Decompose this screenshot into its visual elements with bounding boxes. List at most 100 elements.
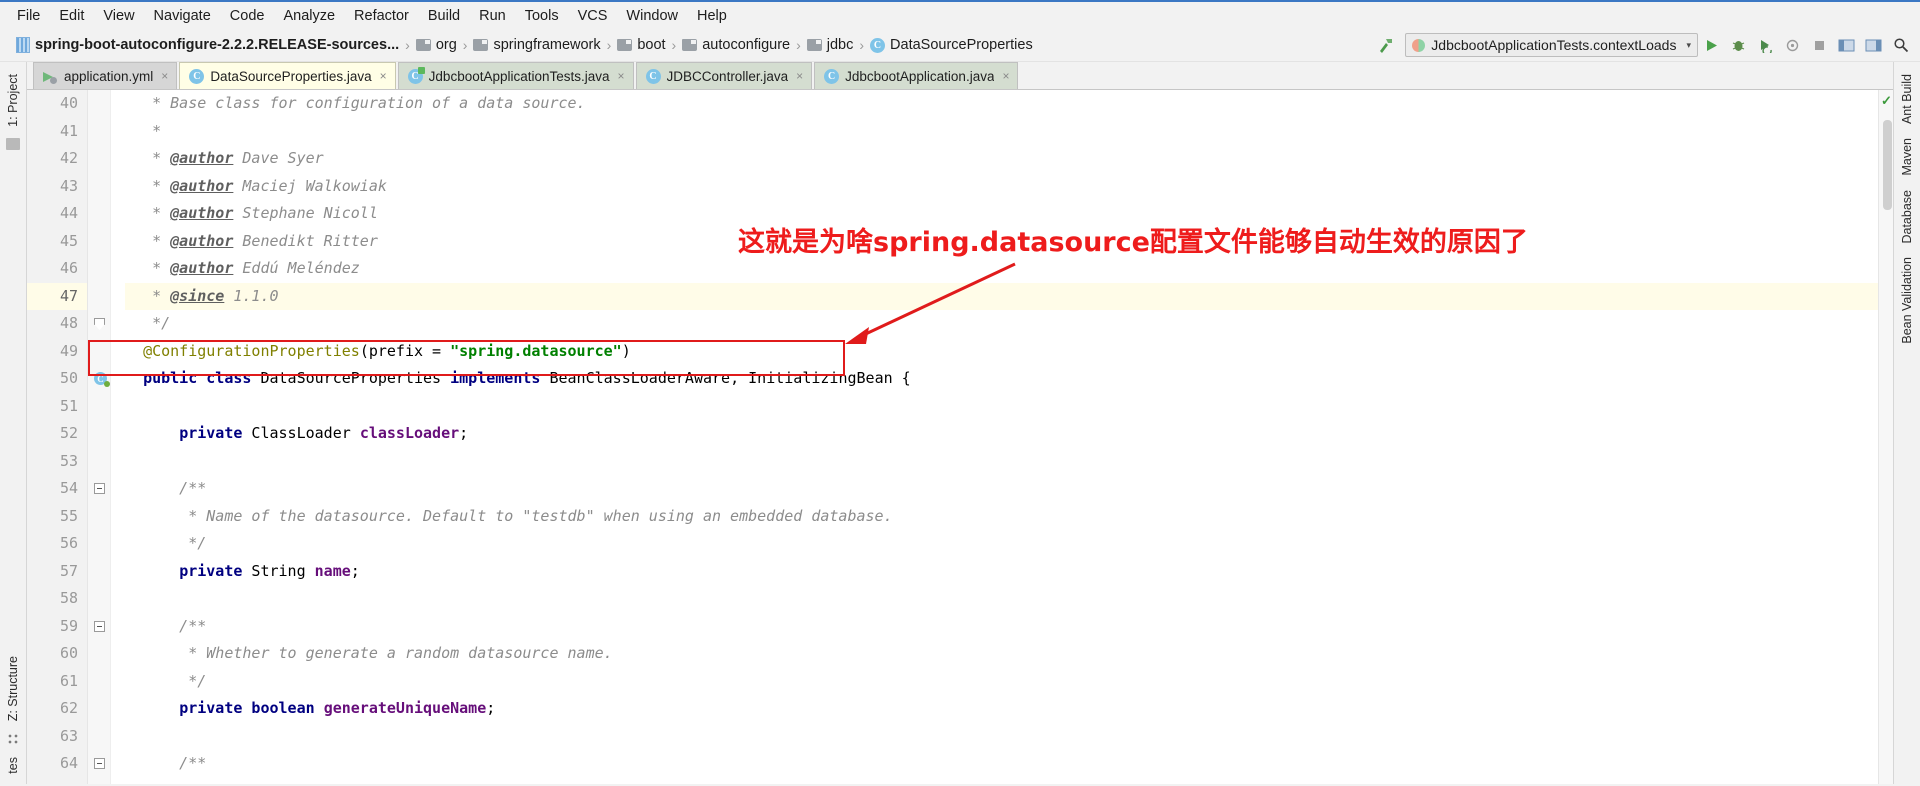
inspection-scrollbar[interactable]: ✓ [1878,90,1893,784]
code-line[interactable]: */ [125,310,1878,338]
layout-button-2[interactable] [1860,33,1887,57]
chevron-down-icon[interactable]: ▾ [1686,40,1691,51]
line-number: 57 [59,561,78,580]
code-fold-toggle[interactable] [94,483,105,494]
menu-item-edit[interactable]: Edit [50,5,93,27]
code-fold-toggle[interactable] [94,758,105,769]
code-line[interactable] [125,723,1878,751]
breadcrumb-item-autoconfigure[interactable]: autoconfigure [678,35,794,55]
tool-window-structure[interactable]: Z: Structure [6,650,20,727]
menu-item-navigate[interactable]: Navigate [145,5,220,27]
code-line[interactable]: private String name; [125,558,1878,586]
build-project-button[interactable] [1373,33,1399,57]
code-line[interactable]: /** [125,475,1878,503]
code-line[interactable]: * @author Eddú Meléndez [125,255,1878,283]
code-line[interactable]: * [125,118,1878,146]
code-line[interactable]: public class DataSourceProperties implem… [125,365,1878,393]
layout-button-1[interactable] [1833,33,1860,57]
stop-button[interactable] [1806,33,1833,57]
breadcrumb-item-jdbc[interactable]: jdbc [803,35,858,55]
breadcrumb-item-boot[interactable]: boot [613,35,669,55]
menu-item-help[interactable]: Help [688,5,736,27]
close-icon[interactable]: × [1002,69,1009,83]
menu-item-tools[interactable]: Tools [516,5,568,27]
profile-button[interactable] [1779,33,1806,57]
run-configuration-selector[interactable]: JdbcbootApplicationTests.contextLoads ▾ [1405,33,1698,57]
code-line[interactable]: * @author Stephane Nicoll [125,200,1878,228]
breadcrumb-label: DataSourceProperties [890,37,1033,53]
run-with-coverage-button[interactable] [1752,33,1779,57]
scrollbar-thumb[interactable] [1883,120,1892,210]
code-token: @author [170,176,234,195]
code-line[interactable]: * Whether to generate a random datasourc… [125,640,1878,668]
code-fold-toggle[interactable] [94,318,105,329]
tab-jdbcbootapplication-java[interactable]: C JdbcbootApplication.java × [814,62,1019,89]
line-number-gutter[interactable]: 40 41 42 43 44 45 46 47 48 49 50 51 52 53 54 55 56 57 58 59… [27,90,88,784]
code-line[interactable]: * @author Maciej Walkowiak [125,173,1878,201]
line-number: 60 [59,644,78,662]
code-line[interactable]: /** [125,750,1878,778]
tool-window-favorites[interactable]: tes [6,751,20,780]
breadcrumb-separator: › [796,37,801,53]
code-line[interactable] [125,393,1878,421]
tab-label: JdbcbootApplicationTests.java [428,68,610,84]
menu-item-window[interactable]: Window [617,5,687,27]
tool-window-ant-build[interactable]: Ant Build [1900,68,1914,130]
menu-item-vcs[interactable]: VCS [569,5,617,27]
line-number: 41 [59,121,78,140]
menu-item-analyze[interactable]: Analyze [274,5,344,27]
tab-application-yml[interactable]: application.yml × [33,62,178,89]
class-gutter-marker-icon[interactable]: C [94,372,110,387]
menu-item-code[interactable]: Code [221,5,274,27]
code-token: * [125,231,171,250]
code-line[interactable] [125,585,1878,613]
tab-jdbccontroller-java[interactable]: C JDBCController.java × [635,62,813,89]
menu-item-run[interactable]: Run [470,5,515,27]
tab-datasourceproperties-java[interactable]: C DataSourceProperties.java × [179,62,396,89]
breadcrumb-item-springframework[interactable]: springframework [469,35,604,55]
menu-item-refactor[interactable]: Refactor [345,5,418,27]
code-line[interactable]: * @since 1.1.0 [125,282,1878,310]
code-folding-column[interactable]: C [88,90,111,784]
code-line[interactable] [125,448,1878,476]
tab-jdbcbootapplicationtests-java[interactable]: C JdbcbootApplicationTests.java × [397,62,634,89]
code-line[interactable]: private ClassLoader classLoader; [125,420,1878,448]
breadcrumb-separator: › [671,37,677,53]
close-icon[interactable]: × [161,69,168,83]
code-line[interactable]: * Name of the datasource. Default to "te… [125,503,1878,531]
code-line[interactable]: * @author Benedikt Ritter [125,228,1878,256]
tool-window-project[interactable]: 1: Project [6,68,20,133]
breadcrumb-item-class[interactable]: C DataSourceProperties [866,35,1037,55]
code-token: ClassLoader [242,424,360,442]
menu-item-build[interactable]: Build [419,5,469,27]
code-line[interactable]: * @author Dave Syer [125,145,1878,173]
code-fold-toggle[interactable] [94,620,105,632]
code-line[interactable]: * Base class for configuration of a data… [125,90,1878,118]
menu-item-view[interactable]: View [94,5,143,27]
search-everywhere-button[interactable] [1887,33,1914,57]
breadcrumb-item-org[interactable]: org [412,35,461,55]
breadcrumb-item-module[interactable]: spring-boot-autoconfigure-2.2.2.RELEASE-… [12,35,403,55]
code-token: * [125,121,162,140]
code-line[interactable]: private boolean generateUniqueName; [125,695,1878,723]
debug-button[interactable] [1725,33,1752,57]
code-line[interactable]: @ConfigurationProperties(prefix = "sprin… [125,338,1878,366]
run-button[interactable] [1698,33,1725,57]
close-icon[interactable]: × [618,69,625,83]
favorites-icon[interactable] [7,733,19,746]
code-area[interactable]: * Base class for configuration of a data… [111,90,1878,784]
tool-window-bean-validation[interactable]: Bean Validation [1900,251,1914,350]
ide-window: File Edit View Navigate Code Analyze Ref… [0,0,1920,784]
code-line[interactable]: */ [125,530,1878,558]
tool-window-database[interactable]: Database [1900,184,1914,250]
code-text[interactable]: * Base class for configuration of a data… [111,90,1878,778]
tool-window-maven[interactable]: Maven [1900,132,1914,182]
close-icon[interactable]: × [796,69,803,83]
close-icon[interactable]: × [380,69,387,83]
code-line[interactable]: */ [125,668,1878,696]
navigation-bar: spring-boot-autoconfigure-2.2.2.RELEASE-… [0,29,1920,62]
project-panel-icon[interactable] [6,137,20,150]
menu-item-file[interactable]: File [8,5,49,27]
breadcrumb-label: springframework [493,37,601,53]
code-line[interactable]: /** [125,613,1878,641]
